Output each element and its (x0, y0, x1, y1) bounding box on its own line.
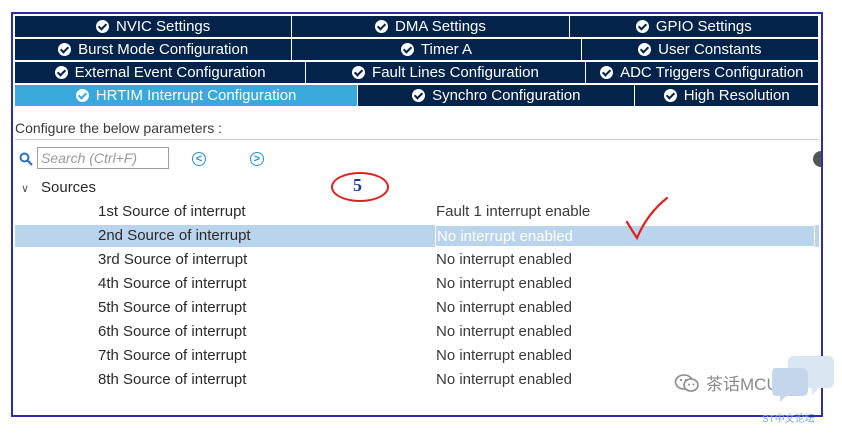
tab-burst-mode-configuration[interactable]: Burst Mode Configuration (15, 39, 293, 61)
tab-label: HRTIM Interrupt Configuration (95, 87, 297, 104)
check-circle-icon (58, 43, 72, 56)
arrow-left-circle-icon[interactable]: < (192, 152, 206, 166)
parameter-value[interactable]: No interrupt enabled (436, 251, 572, 268)
hrtim-config-panel: NVIC Settings DMA Settings GPIO Settings Bu… (11, 12, 823, 417)
chevron-down-icon[interactable]: ∨ (21, 182, 29, 195)
tab-fault-lines-configuration[interactable]: Fault Lines Configuration (306, 62, 586, 84)
scroll-indicator-icon (813, 151, 821, 167)
check-circle-icon (600, 66, 614, 79)
tab-row: HRTIM Interrupt Configuration Synchro Con… (15, 85, 819, 107)
tab-row: NVIC Settings DMA Settings GPIO Settings (15, 16, 819, 38)
config-instructions: Configure the below parameters : (15, 120, 222, 136)
tab-high-resolution[interactable]: High Resolution (635, 85, 819, 107)
parameter-name: 7th Source of interrupt (98, 347, 247, 364)
tab-label: Fault Lines Configuration (372, 64, 539, 81)
search-icon (19, 152, 33, 166)
parameter-value[interactable]: No interrupt enabled (436, 371, 572, 388)
tab-nvic-settings[interactable]: NVIC Settings (15, 16, 293, 38)
tab-row: External Event Configuration Fault Lines … (15, 62, 820, 84)
tab-hrtim-interrupt-configuration[interactable]: HRTIM Interrupt Configuration (15, 85, 359, 107)
parameter-value[interactable]: No interrupt enabled (436, 323, 572, 340)
search-input[interactable] (37, 147, 169, 169)
check-circle-icon (663, 89, 677, 102)
parameter-row[interactable]: 6th Source of interrupt No interrupt enab… (15, 321, 819, 343)
parameter-row[interactable]: 4th Source of interrupt No interrupt enab… (15, 273, 819, 295)
tab-user-constants[interactable]: User Constants (581, 39, 819, 61)
check-circle-icon (638, 43, 652, 56)
divider (15, 139, 819, 140)
tab-adc-triggers-configuration[interactable]: ADC Triggers Configuration (585, 62, 820, 84)
check-circle-icon (375, 20, 389, 33)
watermark: 茶话MCU (674, 370, 779, 395)
parameter-value[interactable]: Fault 1 interrupt enable (436, 203, 590, 220)
parameter-value[interactable]: No interrupt enabled (436, 347, 572, 364)
forum-logo-icon (772, 356, 834, 402)
parameter-row[interactable]: 1st Source of interrupt Fault 1 interrupt… (15, 201, 819, 223)
tab-label: Burst Mode Configuration (78, 41, 249, 58)
arrow-right-circle-icon[interactable]: > (250, 152, 264, 166)
tab-label: External Event Configuration (74, 64, 266, 81)
tab-dma-settings[interactable]: DMA Settings (292, 16, 570, 38)
tab-label: GPIO Settings (655, 18, 752, 35)
tab-label: Timer A (420, 41, 473, 58)
check-circle-icon (412, 89, 426, 102)
check-circle-icon (352, 66, 366, 79)
tab-label: DMA Settings (395, 18, 486, 35)
parameter-row[interactable]: 2nd Source of interrupt No interrupt enab… (15, 225, 819, 247)
check-circle-icon (54, 66, 68, 79)
parameter-value[interactable]: No interrupt enabled (436, 299, 572, 316)
parameter-name: 6th Source of interrupt (98, 323, 247, 340)
parameter-row[interactable]: 5th Source of interrupt No interrupt enab… (15, 297, 819, 319)
tab-label: User Constants (658, 41, 762, 58)
tab-label: NVIC Settings (116, 18, 211, 35)
parameter-name: 3rd Source of interrupt (98, 251, 248, 268)
tab-label: Synchro Configuration (432, 87, 581, 104)
sources-group-label: Sources (41, 179, 97, 196)
tab-timer-a[interactable]: Timer A (292, 39, 582, 61)
tab-synchro-configuration[interactable]: Synchro Configuration (358, 85, 636, 107)
check-circle-icon (635, 20, 649, 33)
tab-row: Burst Mode Configuration Timer A User Cons… (15, 39, 819, 61)
check-circle-icon (400, 43, 414, 56)
check-circle-icon (75, 89, 89, 102)
parameter-name: 8th Source of interrupt (98, 371, 247, 388)
watermark-text: 茶话MCU (706, 375, 779, 394)
checkmark-annotation-icon (625, 196, 669, 241)
parameter-value[interactable]: No interrupt enabled (436, 275, 572, 292)
forum-label: ST中文论坛 (762, 414, 815, 425)
parameter-name: 4th Source of interrupt (98, 275, 247, 292)
annotation-number: 5 (353, 175, 362, 195)
parameter-row[interactable]: 3rd Source of interrupt No interrupt enab… (15, 249, 819, 271)
parameter-name: 2nd Source of interrupt (98, 227, 251, 244)
tab-gpio-settings[interactable]: GPIO Settings (569, 16, 819, 38)
wechat-icon (674, 373, 699, 392)
parameter-name: 1st Source of interrupt (98, 203, 246, 220)
tab-label: ADC Triggers Configuration (620, 64, 804, 81)
tab-external-event-configuration[interactable]: External Event Configuration (15, 62, 307, 84)
parameter-name: 5th Source of interrupt (98, 299, 247, 316)
parameter-row[interactable]: 7th Source of interrupt No interrupt enab… (15, 345, 819, 367)
check-circle-icon (96, 20, 110, 33)
tab-label: High Resolution (683, 87, 790, 104)
